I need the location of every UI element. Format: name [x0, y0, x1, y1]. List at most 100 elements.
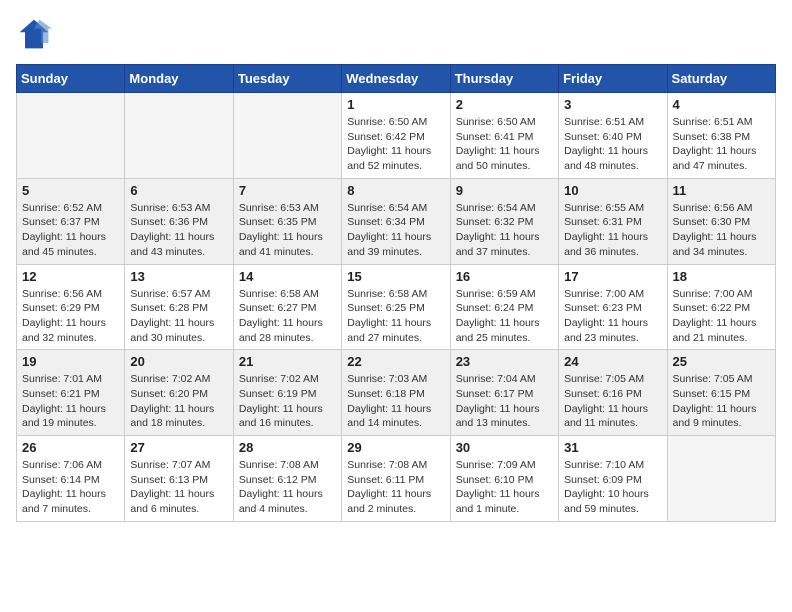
calendar-cell: 21 Sunrise: 7:02 AM Sunset: 6:19 PM Dayli… — [233, 350, 341, 436]
page-header — [16, 16, 776, 52]
calendar-cell — [17, 93, 125, 179]
header-row: SundayMondayTuesdayWednesdayThursdayFrid… — [17, 65, 776, 93]
calendar-cell: 12Sunrise: 6:56 AM Sunset: 6:29 PM Dayli… — [17, 264, 125, 350]
day-number: 6 — [130, 183, 227, 198]
day-header-saturday: Saturday — [667, 65, 775, 93]
day-info: Sunrise: 7:07 AM Sunset: 6:13 PM Dayligh… — [130, 458, 227, 517]
day-info: Sunrise: 6:58 AM Sunset: 6:25 PM Dayligh… — [347, 287, 444, 346]
day-number: 28 — [239, 440, 336, 455]
day-info: Sunrise: 7:02 AM Sunset: 6:19 PM Dayligh… — [239, 372, 336, 431]
day-number: 4 — [673, 97, 770, 112]
week-row-5: 26 Sunrise: 7:06 AM Sunset: 6:14 PM Dayli… — [17, 436, 776, 522]
day-info: Sunrise: 6:52 AM Sunset: 6:37 PM Dayligh… — [22, 201, 119, 260]
day-number: 23 — [456, 354, 553, 369]
day-info: Sunrise: 6:58 AM Sunset: 6:27 PM Dayligh… — [239, 287, 336, 346]
day-info: Sunrise: 7:10 AM Sunset: 6:09 PM Dayligh… — [564, 458, 661, 517]
day-number: 3 — [564, 97, 661, 112]
day-number: 30 — [456, 440, 553, 455]
day-number: 11 — [673, 183, 770, 198]
calendar-cell: 1 Sunrise: 6:50 AM Sunset: 6:42 PM Daylig… — [342, 93, 450, 179]
calendar-cell: 6 Sunrise: 6:53 AM Sunset: 6:36 PM Daylig… — [125, 178, 233, 264]
day-info: Sunrise: 7:00 AM Sunset: 6:23 PM Dayligh… — [564, 287, 661, 346]
week-row-3: 12Sunrise: 6:56 AM Sunset: 6:29 PM Dayli… — [17, 264, 776, 350]
day-info: Sunrise: 6:56 AM Sunset: 6:30 PM Dayligh… — [673, 201, 770, 260]
logo-icon — [16, 16, 52, 52]
calendar-cell: 27 Sunrise: 7:07 AM Sunset: 6:13 PM Dayli… — [125, 436, 233, 522]
day-number: 20 — [130, 354, 227, 369]
day-number: 14 — [239, 269, 336, 284]
day-info: Sunrise: 6:51 AM Sunset: 6:38 PM Dayligh… — [673, 115, 770, 174]
calendar-cell: 19 Sunrise: 7:01 AM Sunset: 6:21 PM Dayli… — [17, 350, 125, 436]
day-number: 1 — [347, 97, 444, 112]
day-info: Sunrise: 6:54 AM Sunset: 6:32 PM Dayligh… — [456, 201, 553, 260]
day-number: 2 — [456, 97, 553, 112]
calendar-cell: 24Sunrise: 7:05 AM Sunset: 6:16 PM Dayli… — [559, 350, 667, 436]
day-number: 26 — [22, 440, 119, 455]
day-number: 22 — [347, 354, 444, 369]
day-info: Sunrise: 7:04 AM Sunset: 6:17 PM Dayligh… — [456, 372, 553, 431]
day-info: Sunrise: 6:55 AM Sunset: 6:31 PM Dayligh… — [564, 201, 661, 260]
week-row-4: 19 Sunrise: 7:01 AM Sunset: 6:21 PM Dayli… — [17, 350, 776, 436]
calendar-cell: 29Sunrise: 7:08 AM Sunset: 6:11 PM Dayli… — [342, 436, 450, 522]
day-number: 16 — [456, 269, 553, 284]
calendar-cell — [233, 93, 341, 179]
calendar-cell: 23 Sunrise: 7:04 AM Sunset: 6:17 PM Dayli… — [450, 350, 558, 436]
day-header-sunday: Sunday — [17, 65, 125, 93]
week-row-2: 5 Sunrise: 6:52 AM Sunset: 6:37 PM Daylig… — [17, 178, 776, 264]
day-number: 18 — [673, 269, 770, 284]
calendar: SundayMondayTuesdayWednesdayThursdayFrid… — [16, 64, 776, 522]
day-number: 21 — [239, 354, 336, 369]
calendar-cell: 16Sunrise: 6:59 AM Sunset: 6:24 PM Dayli… — [450, 264, 558, 350]
day-info: Sunrise: 7:08 AM Sunset: 6:12 PM Dayligh… — [239, 458, 336, 517]
calendar-cell: 15 Sunrise: 6:58 AM Sunset: 6:25 PM Dayli… — [342, 264, 450, 350]
calendar-cell: 13 Sunrise: 6:57 AM Sunset: 6:28 PM Dayli… — [125, 264, 233, 350]
calendar-cell: 8Sunrise: 6:54 AM Sunset: 6:34 PM Daylig… — [342, 178, 450, 264]
week-row-1: 1 Sunrise: 6:50 AM Sunset: 6:42 PM Daylig… — [17, 93, 776, 179]
calendar-cell: 14 Sunrise: 6:58 AM Sunset: 6:27 PM Dayli… — [233, 264, 341, 350]
calendar-cell: 25 Sunrise: 7:05 AM Sunset: 6:15 PM Dayli… — [667, 350, 775, 436]
day-number: 19 — [22, 354, 119, 369]
day-info: Sunrise: 6:51 AM Sunset: 6:40 PM Dayligh… — [564, 115, 661, 174]
day-header-friday: Friday — [559, 65, 667, 93]
calendar-cell: 18 Sunrise: 7:00 AM Sunset: 6:22 PM Dayli… — [667, 264, 775, 350]
calendar-cell: 30 Sunrise: 7:09 AM Sunset: 6:10 PM Dayli… — [450, 436, 558, 522]
day-number: 25 — [673, 354, 770, 369]
day-info: Sunrise: 7:09 AM Sunset: 6:10 PM Dayligh… — [456, 458, 553, 517]
day-info: Sunrise: 7:00 AM Sunset: 6:22 PM Dayligh… — [673, 287, 770, 346]
calendar-cell: 17 Sunrise: 7:00 AM Sunset: 6:23 PM Dayli… — [559, 264, 667, 350]
calendar-cell: 4 Sunrise: 6:51 AM Sunset: 6:38 PM Daylig… — [667, 93, 775, 179]
day-info: Sunrise: 7:05 AM Sunset: 6:15 PM Dayligh… — [673, 372, 770, 431]
calendar-cell: 31Sunrise: 7:10 AM Sunset: 6:09 PM Dayli… — [559, 436, 667, 522]
day-number: 12 — [22, 269, 119, 284]
day-info: Sunrise: 6:54 AM Sunset: 6:34 PM Dayligh… — [347, 201, 444, 260]
calendar-cell: 7 Sunrise: 6:53 AM Sunset: 6:35 PM Daylig… — [233, 178, 341, 264]
calendar-cell — [667, 436, 775, 522]
day-info: Sunrise: 7:05 AM Sunset: 6:16 PM Dayligh… — [564, 372, 661, 431]
day-number: 27 — [130, 440, 227, 455]
calendar-cell: 22Sunrise: 7:03 AM Sunset: 6:18 PM Dayli… — [342, 350, 450, 436]
calendar-cell — [125, 93, 233, 179]
day-info: Sunrise: 6:50 AM Sunset: 6:42 PM Dayligh… — [347, 115, 444, 174]
calendar-cell: 3 Sunrise: 6:51 AM Sunset: 6:40 PM Daylig… — [559, 93, 667, 179]
calendar-cell: 26 Sunrise: 7:06 AM Sunset: 6:14 PM Dayli… — [17, 436, 125, 522]
day-info: Sunrise: 6:53 AM Sunset: 6:35 PM Dayligh… — [239, 201, 336, 260]
calendar-cell: 2 Sunrise: 6:50 AM Sunset: 6:41 PM Daylig… — [450, 93, 558, 179]
day-header-thursday: Thursday — [450, 65, 558, 93]
day-number: 13 — [130, 269, 227, 284]
logo — [16, 16, 56, 52]
day-info: Sunrise: 6:53 AM Sunset: 6:36 PM Dayligh… — [130, 201, 227, 260]
day-number: 17 — [564, 269, 661, 284]
calendar-cell: 9 Sunrise: 6:54 AM Sunset: 6:32 PM Daylig… — [450, 178, 558, 264]
day-number: 9 — [456, 183, 553, 198]
day-info: Sunrise: 6:57 AM Sunset: 6:28 PM Dayligh… — [130, 287, 227, 346]
day-number: 29 — [347, 440, 444, 455]
calendar-cell: 11 Sunrise: 6:56 AM Sunset: 6:30 PM Dayli… — [667, 178, 775, 264]
day-info: Sunrise: 6:50 AM Sunset: 6:41 PM Dayligh… — [456, 115, 553, 174]
day-number: 10 — [564, 183, 661, 198]
day-info: Sunrise: 7:02 AM Sunset: 6:20 PM Dayligh… — [130, 372, 227, 431]
day-number: 15 — [347, 269, 444, 284]
day-info: Sunrise: 7:06 AM Sunset: 6:14 PM Dayligh… — [22, 458, 119, 517]
day-number: 7 — [239, 183, 336, 198]
day-info: Sunrise: 7:01 AM Sunset: 6:21 PM Dayligh… — [22, 372, 119, 431]
day-number: 5 — [22, 183, 119, 198]
